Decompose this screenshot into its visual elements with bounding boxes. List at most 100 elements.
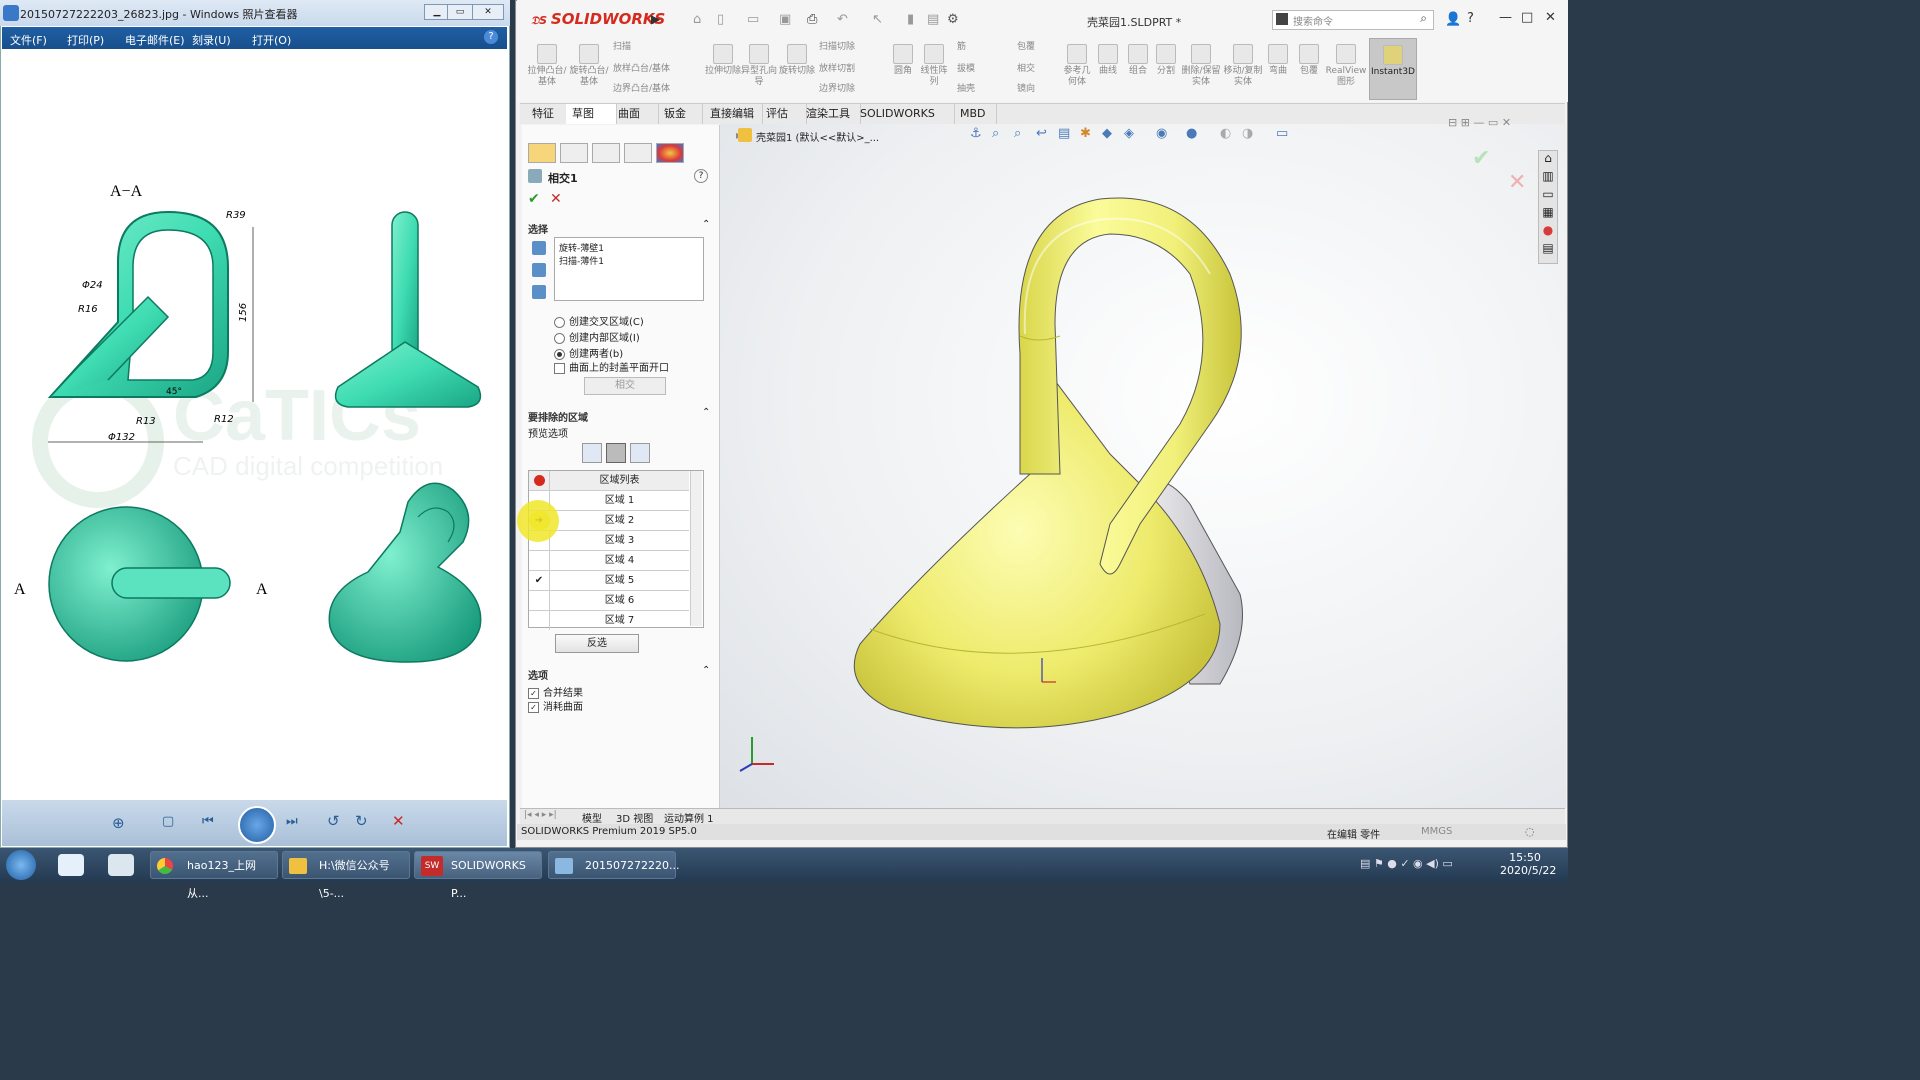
tab-solidworks-addins[interactable]: SOLIDWORKS 插件 <box>854 104 955 140</box>
menu-email[interactable]: 电子邮件(E) <box>125 32 185 48</box>
slideshow-button[interactable] <box>238 806 276 844</box>
ribbon-flex[interactable]: 弯曲 <box>1265 44 1291 77</box>
photo-viewer-titlebar[interactable]: 20150727222203_26823.jpg - Windows 照片查看器… <box>0 0 510 26</box>
tray-icons[interactable]: ▤ ⚑ ● ✓ ◉ ◀) ▭ <box>1360 857 1453 870</box>
graphics-area[interactable]: ▸ 壳菜园1 (默认<<默认>_... ⚓ ⌕ ⌕ ↩ ▤ ✱ ◆ ◈ ◉ ● … <box>720 116 1566 808</box>
display-manager-tab-icon[interactable] <box>656 143 684 163</box>
ribbon-wrap-2[interactable]: 包覆 <box>1295 44 1323 77</box>
menu-open[interactable]: 打开(O) <box>252 32 291 48</box>
selection-item[interactable]: 扫描-薄件1 <box>559 254 604 267</box>
tab-sketch[interactable]: 草图 <box>566 104 617 124</box>
rebuild-icon[interactable]: ▮ <box>907 12 914 27</box>
ribbon-boundary-boss[interactable]: 边界凸台/基体 <box>613 84 703 95</box>
rotate-ccw-icon[interactable]: ↺ <box>327 812 345 830</box>
status-tooltip-icon[interactable]: ◌ <box>1525 825 1535 838</box>
radio-create-both[interactable]: 创建两者(b) <box>554 345 623 360</box>
rotate-cw-icon[interactable]: ↻ <box>355 812 373 830</box>
radio-create-intersection[interactable]: 创建交叉区域(C) <box>554 313 644 328</box>
ribbon-combine[interactable]: 组合 <box>1125 44 1151 77</box>
tab-sheet-metal[interactable]: 钣金 <box>658 104 703 124</box>
ribbon-wrap[interactable]: 包覆 <box>1017 42 1057 53</box>
new-document-icon[interactable]: ▯ <box>717 12 724 27</box>
ribbon-loft[interactable]: 放样凸台/基体 <box>613 64 703 75</box>
view-palette-icon[interactable]: ▦ <box>1539 205 1557 223</box>
section-options-header[interactable]: 选项 <box>528 667 548 682</box>
help-question-icon[interactable]: ? <box>1467 11 1474 26</box>
ribbon-hole-wizard[interactable]: 异型孔向导 <box>741 44 777 88</box>
featuremanager-tab-icon[interactable] <box>528 143 556 163</box>
preview-exclude-icon[interactable] <box>606 443 626 463</box>
taskbar-item-explorer[interactable]: H:\微信公众号\5-... <box>282 851 410 900</box>
region-checkbox[interactable]: ✔ <box>529 571 550 590</box>
menu-burn[interactable]: 刻录(U) <box>192 32 231 48</box>
clock[interactable]: 15:50 2020/5/22 <box>1500 851 1556 877</box>
ribbon-mirror[interactable]: 镜向 <box>1017 84 1057 95</box>
checkbox-cap-planar[interactable]: 曲面上的封盖平面开口 <box>554 359 669 374</box>
ribbon-curves[interactable]: 曲线 <box>1095 44 1121 77</box>
actual-size-icon[interactable]: ▢ <box>162 814 180 832</box>
ribbon-instant3d[interactable]: Instant3D <box>1369 38 1417 100</box>
print-icon[interactable]: ⎙ <box>807 12 817 27</box>
select-icon[interactable]: ↖ <box>872 12 883 27</box>
tab-mbd[interactable]: MBD <box>954 104 997 124</box>
collapse-exclude-icon[interactable]: ⌃ <box>702 407 710 418</box>
close-button[interactable]: ✕ <box>472 4 504 20</box>
search-mode-icon[interactable] <box>1276 13 1288 25</box>
intersect-button[interactable]: 相交 <box>584 377 666 395</box>
taskbar-item-photo-viewer[interactable]: 201507272220... <box>548 851 679 879</box>
sw-close-button[interactable]: ✕ <box>1545 10 1556 25</box>
ribbon-reference-geometry[interactable]: 参考几何体 <box>1062 44 1092 88</box>
status-units[interactable]: MMGS <box>1421 826 1452 837</box>
taskbar-item-solidworks[interactable]: SW SOLIDWORKS P... <box>414 851 542 900</box>
tab-render-tools[interactable]: 渲染工具 <box>800 104 861 124</box>
ribbon-fillet[interactable]: 圆角 <box>889 44 917 77</box>
region-checkbox[interactable] <box>529 591 550 610</box>
section-exclude-header[interactable]: 要排除的区域 <box>528 409 588 424</box>
region-list-scrollbar[interactable] <box>690 471 702 626</box>
ribbon-intersect[interactable]: 相交 <box>1017 64 1057 75</box>
tab-motion-study[interactable]: 运动算例 1 <box>664 810 714 825</box>
search-commands-box[interactable]: 搜索命令 ⌕ <box>1272 10 1434 30</box>
save-icon[interactable]: ▣ <box>779 12 791 27</box>
preview-include-icon[interactable] <box>582 443 602 463</box>
ribbon-shell[interactable]: 抽壳 <box>957 84 993 95</box>
ribbon-realview[interactable]: RealView图形 <box>1325 44 1367 88</box>
maximize-button[interactable]: ▭ <box>447 4 473 20</box>
open-folder-icon[interactable]: ▭ <box>747 12 759 27</box>
ok-check-icon[interactable]: ✔ <box>528 191 540 207</box>
ribbon-rib[interactable]: 筋 <box>957 42 993 53</box>
appearances-icon[interactable]: ● <box>1539 223 1557 241</box>
cancel-x-icon[interactable]: ✕ <box>550 191 562 207</box>
table-row[interactable]: 区域 6 <box>529 591 689 611</box>
delete-icon[interactable]: ✕ <box>392 812 410 830</box>
ribbon-move-copy-body[interactable]: 移动/复制实体 <box>1223 44 1263 88</box>
region-checkbox[interactable] <box>529 611 550 630</box>
region-checkbox[interactable] <box>529 551 550 570</box>
checkbox-consume-surfaces[interactable]: ✓ 消耗曲面 <box>528 698 583 713</box>
tab-scroll-arrows[interactable]: |◂ ◂ ▸ ▸| <box>524 810 557 820</box>
file-properties-icon[interactable]: ▤ <box>927 12 939 27</box>
ribbon-linear-pattern[interactable]: 线性阵列 <box>919 44 949 88</box>
flyout-arrow-icon[interactable]: ▶ <box>651 12 660 26</box>
selection-list-box[interactable]: 旋转-薄壁1 扫描-薄件1 <box>554 237 704 301</box>
table-row[interactable]: 区域 7 <box>529 611 689 630</box>
pm-help-icon[interactable]: ? <box>694 169 708 183</box>
home-icon[interactable]: ⌂ <box>693 12 701 27</box>
ribbon-lofted-cut[interactable]: 放样切割 <box>819 64 889 75</box>
taskbar-item-browser[interactable]: hao123_上网从... <box>150 851 278 900</box>
table-row[interactable]: ✔ 区域 5 <box>529 571 689 591</box>
ribbon-draft[interactable]: 拔模 <box>957 64 993 75</box>
region-list-table[interactable]: 区域列表 区域 1 ➜区域 2 区域 3 区域 4 ✔区域 5 区域 6 区域 … <box>528 470 704 630</box>
selection-item[interactable]: 旋转-薄壁1 <box>559 241 604 254</box>
tab-surfaces[interactable]: 曲面 <box>612 104 659 124</box>
ribbon-revolve-cut[interactable]: 旋转切除 <box>779 44 815 77</box>
propertymanager-tab-icon[interactable] <box>560 143 588 163</box>
tab-direct-editing[interactable]: 直接编辑 <box>704 104 763 124</box>
design-library-icon[interactable]: ▥ <box>1539 169 1557 187</box>
search-icon[interactable]: ⌕ <box>1420 11 1427 26</box>
menu-print[interactable]: 打印(P) <box>67 32 104 48</box>
solidworks-resources-icon[interactable]: ⌂ <box>1539 151 1557 169</box>
ribbon-boundary-cut[interactable]: 边界切除 <box>819 84 889 95</box>
reverse-select-button[interactable]: 反选 <box>555 634 639 653</box>
start-button[interactable] <box>6 850 36 880</box>
